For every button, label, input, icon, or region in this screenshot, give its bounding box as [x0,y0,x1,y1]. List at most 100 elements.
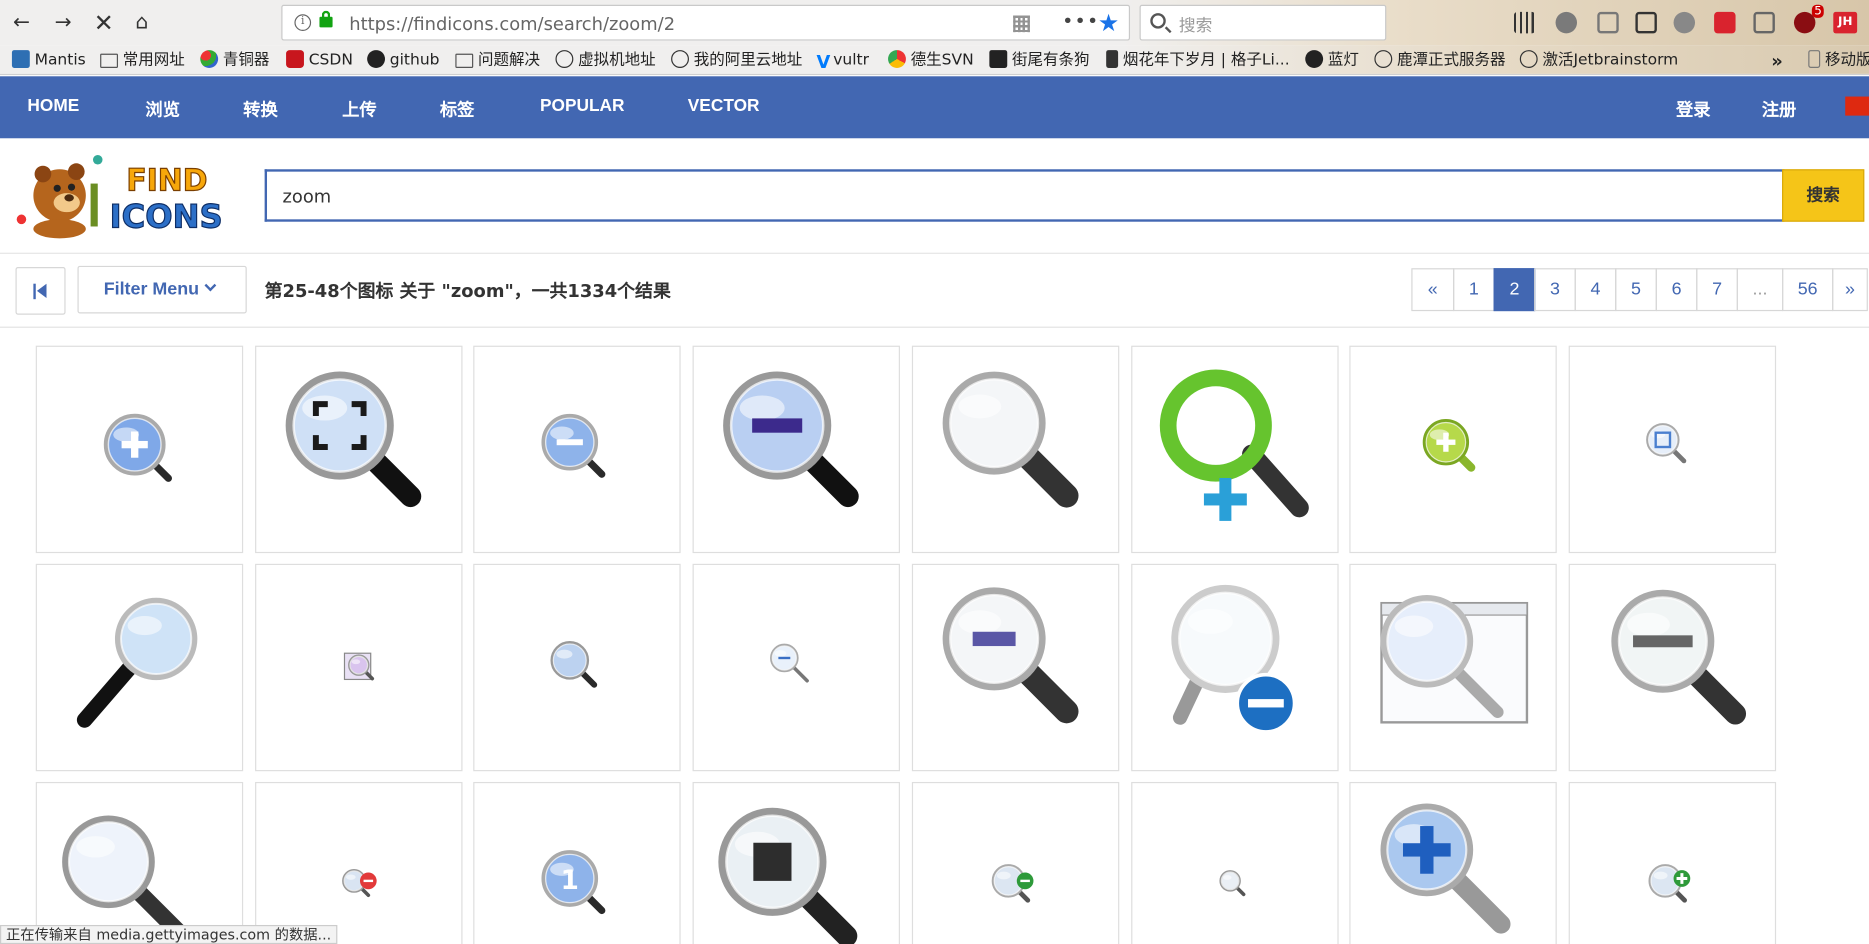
stop-icon[interactable]: ✕ [91,10,117,36]
icon-tile[interactable] [1349,345,1557,554]
bookmark-label: 移动版 [1824,51,1869,70]
bookmark-item[interactable]: 德生SVN [888,50,974,71]
bookmarks-overflow-icon[interactable]: » [1771,50,1783,71]
icon-tile[interactable] [473,345,681,554]
home-icon[interactable]: ⌂ [129,10,155,36]
icon-tile[interactable] [35,563,244,772]
pagination-page[interactable]: 3 [1534,268,1576,312]
icon-tile[interactable] [1131,345,1339,554]
icon-tile[interactable] [1131,563,1339,772]
china-flag-icon[interactable] [1845,96,1869,116]
pagination-page[interactable]: 1 [1453,268,1495,312]
bookmark-item[interactable]: Vvultr [817,50,869,71]
nav-convert[interactable]: 转换 [243,97,278,122]
icon-tile[interactable] [473,563,681,772]
bookmark-item[interactable]: 鹿潭正式服务器 [1374,50,1506,71]
bookmark-item[interactable]: CSDN [286,50,353,71]
globe-icon [1374,50,1393,68]
filter-menu-label: Filter Menu [103,278,200,300]
icon-tile[interactable] [911,563,1120,772]
bookmark-item[interactable]: 虚拟机地址 [555,50,656,71]
first-page-icon [33,283,36,300]
icon-tile[interactable] [1131,781,1339,944]
bookmark-item[interactable]: Mantis [11,50,86,71]
globe-icon [1519,50,1538,68]
logo-graphic: FIND ICONS [16,154,223,239]
nav-upload[interactable]: 上传 [342,97,377,122]
icon-tile[interactable] [911,345,1120,554]
login-link[interactable]: 登录 [1676,97,1711,122]
back-arrow-icon[interactable]: ← [8,10,34,36]
icon-tile[interactable] [692,345,900,554]
forward-arrow-icon[interactable]: → [50,10,76,36]
bookmark-item[interactable]: 街尾有条狗 [989,50,1090,71]
icon-tile[interactable]: 1 [473,781,681,944]
browser-search-box[interactable]: 搜索 [1139,4,1387,41]
pagination-page[interactable]: 7 [1696,268,1738,312]
sidebar-icon[interactable] [1635,11,1657,34]
search-button[interactable]: 搜索 [1782,169,1865,222]
filter-menu-button[interactable]: Filter Menu [77,265,247,314]
pagination-prev[interactable]: « [1411,268,1455,312]
search-input[interactable]: zoom [264,169,1785,222]
nav-vector[interactable]: VECTOR [688,97,760,116]
sync-icon[interactable] [1673,11,1696,34]
bookmark-folder[interactable]: 常用网址 [100,50,185,71]
bookmark-item[interactable]: 青铜器 [200,50,269,71]
zoom-out-icon [942,587,1079,724]
nav-popular[interactable]: POPULAR [540,97,625,116]
pagination-page[interactable]: 5 [1615,268,1657,312]
nav-home[interactable]: HOME [27,97,79,116]
icon-tile[interactable] [1568,345,1777,554]
pagination-page-current[interactable]: 2 [1493,268,1536,312]
address-bar[interactable]: i https://findicons.com/search/zoom/2 ••… [281,4,1131,41]
findicons-logo[interactable]: FIND ICONS [14,148,243,241]
icon-tile[interactable] [692,563,900,772]
icon-tile[interactable] [255,563,463,772]
zoom-window-icon [1380,594,1529,724]
chat-icon[interactable] [1555,11,1578,34]
bookmark-item[interactable]: 蓝灯 [1305,50,1359,71]
icon-tile[interactable] [1349,563,1557,772]
extension-icon[interactable] [1597,11,1619,34]
bookmark-item[interactable]: 我的阿里云地址 [671,50,802,71]
pagination-page[interactable]: 6 [1655,268,1698,312]
first-page-button[interactable] [15,267,66,315]
bookmarks-bar: Mantis 常用网址 青铜器 CSDN github 问题解决 虚拟机地址 我… [0,45,1869,76]
icon-tile[interactable] [1568,781,1777,944]
nav-browse[interactable]: 浏览 [145,97,180,122]
icon-tile[interactable] [692,781,900,944]
mobile-bookmarks[interactable]: 移动版 [1808,50,1869,71]
pagination-ellipsis: ... [1736,268,1784,312]
pagination-page[interactable]: 4 [1574,268,1617,312]
pen-extension-icon[interactable] [1714,11,1736,34]
more-icon[interactable]: ••• [1062,10,1099,33]
url-text[interactable]: https://findicons.com/search/zoom/2 [349,13,675,34]
bookmark-folder[interactable]: 问题解决 [455,50,540,71]
zoom-out-icon [1611,589,1747,725]
zoom-fit-icon [1646,423,1687,464]
magnifier-icon [62,815,186,940]
extension-icon[interactable] [1753,11,1775,34]
info-icon[interactable]: i [294,14,312,31]
qr-code-icon[interactable] [1013,15,1030,33]
icon-tile[interactable] [911,781,1120,944]
bookmark-star-icon[interactable]: ★ [1098,8,1119,37]
bookmark-item[interactable]: github [367,50,439,71]
icon-tile[interactable] [1349,781,1557,944]
bookmark-item[interactable]: 烟花年下岁月 | 格子Li... [1106,50,1290,71]
bookmark-label: 蓝灯 [1327,51,1359,70]
search-icon [1150,13,1166,29]
pagination-next[interactable]: » [1832,268,1868,312]
library-icon[interactable] [1513,11,1536,34]
icon-tile[interactable] [1568,563,1777,772]
register-link[interactable]: 注册 [1762,97,1797,122]
bookmark-item[interactable]: 激活Jetbrainstorm [1519,50,1678,71]
icon-tile[interactable] [35,781,244,944]
nav-tags[interactable]: 标签 [440,97,475,122]
profile-avatar[interactable]: JH [1833,11,1858,34]
icon-tile[interactable] [35,345,244,554]
icon-tile[interactable] [255,781,463,944]
pagination-last-page[interactable]: 56 [1782,268,1834,312]
icon-tile[interactable] [255,345,463,554]
